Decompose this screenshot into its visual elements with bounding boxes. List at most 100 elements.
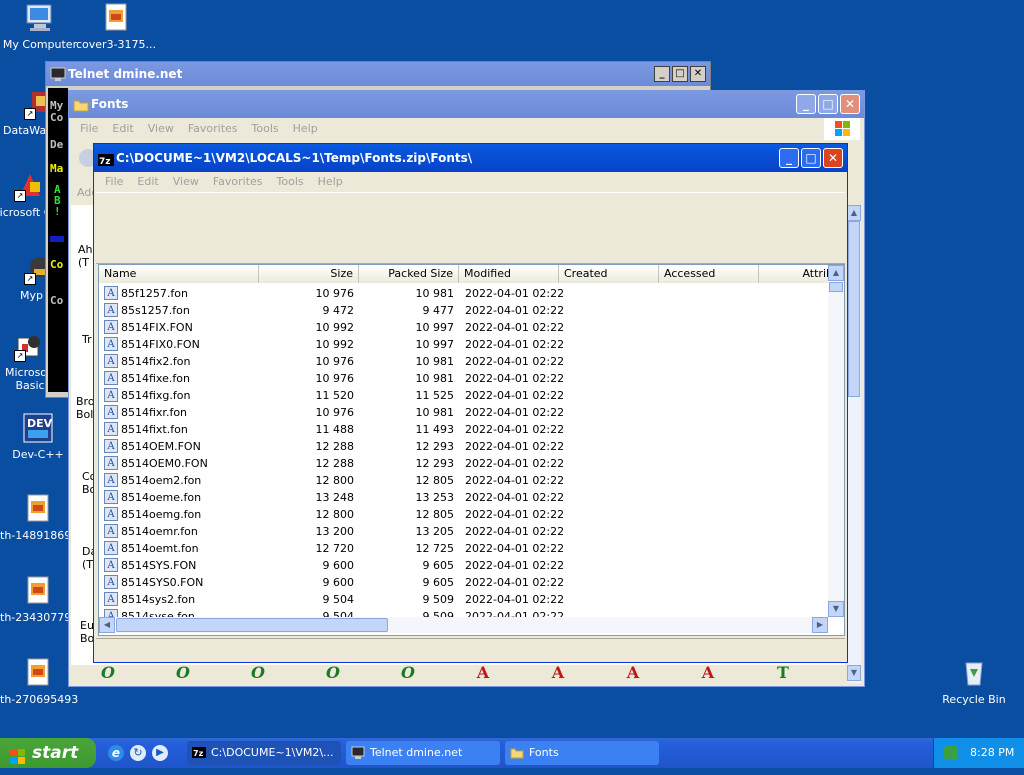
zip-menu-tools[interactable]: Tools (270, 172, 311, 192)
fonts-menu-favorites[interactable]: Favorites (181, 119, 245, 139)
desktop-icon-cover3[interactable]: cover3-3175... (76, 2, 156, 51)
desktop-icon-th2[interactable]: th-23430779 (0, 575, 78, 624)
fonts-menu-tools[interactable]: Tools (245, 119, 286, 139)
task-telnet[interactable]: Telnet dmine.net (346, 741, 500, 765)
table-row[interactable]: A 8514FIX0.FON 10 992 10 997 2022-04-01 02:2… (99, 336, 828, 353)
column-header-packed-size[interactable]: Packed Size (359, 265, 459, 283)
fonts-menu-view[interactable]: View (141, 119, 181, 139)
column-header-modified[interactable]: Modified (459, 265, 559, 283)
start-label: start (32, 743, 79, 763)
truetype-font-icon[interactable]: O (97, 663, 119, 683)
desktop-icon-my-computer[interactable]: My Computer (0, 2, 80, 51)
table-row[interactable]: A 8514SYS0.FON 9 600 9 605 2022-04-01 02:22 (99, 574, 828, 591)
table-row[interactable]: A 8514oeme.fon 13 248 13 253 2022-04-01 02:2… (99, 489, 828, 506)
fonts-scroll-up-icon[interactable]: ▲ (847, 205, 861, 221)
table-row[interactable]: A 8514FIX.FON 10 992 10 997 2022-04-01 02:22 (99, 319, 828, 336)
table-row[interactable]: A 8514oem2.fon 12 800 12 805 2022-04-01 02:2… (99, 472, 828, 489)
zip-menu-file[interactable]: File (98, 172, 130, 192)
task-fonts[interactable]: Fonts (505, 741, 659, 765)
table-row[interactable]: A 85s1257.fon 9 472 9 477 2022-04-01 02:22 (99, 302, 828, 319)
table-row[interactable]: A 8514oemr.fon 13 200 13 205 2022-04-01 02:2… (99, 523, 828, 540)
table-row[interactable]: A 85f1257.fon 10 976 10 981 2022-04-01 02:22 (99, 285, 828, 302)
table-row[interactable]: A 8514syse.fon 9 504 9 509 2022-04-01 02:22 (99, 608, 828, 617)
table-row[interactable]: A 8514fixe.fon 10 976 10 981 2022-04-01 02:2… (99, 370, 828, 387)
task-7zip[interactable]: 7z C:\DOCUME~1\VM2\... (187, 741, 341, 765)
zip-hscrollbar[interactable]: ◀ ▶ (99, 617, 828, 633)
cell-name: 85s1257.fon (121, 304, 190, 317)
zip-menu-view[interactable]: View (166, 172, 206, 192)
media-icon[interactable]: ▶ (152, 745, 168, 761)
table-row[interactable]: A 8514SYS.FON 9 600 9 605 2022-04-01 02:22 (99, 557, 828, 574)
table-row[interactable]: A 8514fix2.fon 10 976 10 981 2022-04-01 02:2… (99, 353, 828, 370)
telnet-console[interactable]: My Co De Ma A B ! Co Co (48, 88, 68, 392)
raster-font-icon[interactable]: A (547, 663, 569, 683)
fonts-titlebar[interactable]: Fonts _ □ ✕ (69, 91, 864, 118)
fonts-menu-file[interactable]: File (73, 119, 105, 139)
truetype-font-icon[interactable]: O (322, 663, 344, 683)
clock[interactable]: 8:28 PM (970, 738, 1014, 768)
table-row[interactable]: A 8514oemt.fon 12 720 12 725 2022-04-01 02:2… (99, 540, 828, 557)
telnet-close-button[interactable]: ✕ (690, 66, 706, 82)
telnet-titlebar[interactable]: Telnet dmine.net _ □ ✕ (46, 62, 710, 86)
fonts-menu-help[interactable]: Help (286, 119, 325, 139)
column-header-accessed[interactable]: Accessed (659, 265, 759, 283)
fonts-close-button[interactable]: ✕ (840, 94, 860, 114)
column-header-attrib[interactable]: Attrib (759, 265, 839, 283)
fonts-scroll-thumb[interactable] (848, 221, 860, 397)
telnet-maximize-button[interactable]: □ (672, 66, 688, 82)
fonts-menu-edit[interactable]: Edit (105, 119, 140, 139)
ie-icon[interactable]: e (108, 745, 124, 761)
zip-maximize-button[interactable]: □ (801, 148, 821, 168)
zip-scroll-right-icon[interactable]: ▶ (812, 617, 828, 633)
zip-menu-favorites[interactable]: Favorites (206, 172, 270, 192)
desktop-icon-th1[interactable]: th-14891869 (0, 493, 78, 542)
zip-minimize-button[interactable]: _ (779, 148, 799, 168)
zip-file-list[interactable]: Name Size Packed Size Modified Created A… (98, 264, 845, 636)
table-row[interactable]: A 8514fixr.fon 10 976 10 981 2022-04-01 02:2… (99, 404, 828, 421)
zip-hscroll-thumb[interactable] (116, 618, 388, 632)
fonts-minimize-button[interactable]: _ (796, 94, 816, 114)
truetype-font-icon[interactable]: T (772, 663, 794, 683)
console-text: De (50, 138, 64, 151)
zip-vscrollbar[interactable]: ▲ ▼ (828, 265, 844, 617)
ie-refresh-icon[interactable]: ↻ (130, 745, 146, 761)
table-row[interactable]: A 8514fixt.fon 11 488 11 493 2022-04-01 02:2… (99, 421, 828, 438)
zip-titlebar[interactable]: 7z C:\DOCUME~1\VM2\LOCALS~1\Temp\Fonts.z… (94, 144, 847, 172)
cell-modified: 2022-04-01 02:22 (465, 559, 565, 572)
cell-name: 8514oemr.fon (121, 525, 198, 538)
desktop-icon-th3[interactable]: th-2706954934 (0, 657, 78, 706)
table-row[interactable]: A 8514oemg.fon 12 800 12 805 2022-04-01 02:2… (99, 506, 828, 523)
table-row[interactable]: A 8514fixg.fon 11 520 11 525 2022-04-01 02:2… (99, 387, 828, 404)
zip-window[interactable]: 7z C:\DOCUME~1\VM2\LOCALS~1\Temp\Fonts.z… (93, 143, 848, 663)
table-row[interactable]: A 8514sys2.fon 9 504 9 509 2022-04-01 02:22 (99, 591, 828, 608)
fonts-vscrollbar[interactable]: ▲ ▼ (847, 205, 861, 683)
zip-menu-edit[interactable]: Edit (130, 172, 165, 192)
zip-menu-help[interactable]: Help (311, 172, 350, 192)
desktop-icon-recycle-bin[interactable]: Recycle Bin (934, 657, 1014, 706)
table-row[interactable]: A 8514OEM0.FON 12 288 12 293 2022-04-01 02:2… (99, 455, 828, 472)
desktop-icon-devcpp[interactable]: DEV Dev-C++ (0, 412, 78, 461)
truetype-font-icon[interactable]: O (172, 663, 194, 683)
image-file-icon (22, 575, 54, 607)
truetype-font-icon[interactable]: O (397, 663, 419, 683)
zip-scroll-up-icon[interactable]: ▲ (828, 265, 844, 281)
network-icon[interactable] (944, 746, 958, 760)
column-header-created[interactable]: Created (559, 265, 659, 283)
zip-scroll-left-icon[interactable]: ◀ (99, 617, 115, 633)
truetype-font-icon[interactable]: O (247, 663, 269, 683)
column-header-size[interactable]: Size (259, 265, 359, 283)
raster-font-icon[interactable]: A (622, 663, 644, 683)
zip-vscroll-thumb[interactable] (829, 282, 843, 292)
telnet-minimize-button[interactable]: _ (654, 66, 670, 82)
table-row[interactable]: A 8514OEM.FON 12 288 12 293 2022-04-01 02:22 (99, 438, 828, 455)
fonts-scroll-down-icon[interactable]: ▼ (847, 665, 861, 681)
fonts-list-item[interactable]: Tr (82, 333, 92, 346)
column-header-name[interactable]: Name (99, 265, 259, 283)
start-button[interactable]: start (0, 738, 96, 768)
raster-font-icon[interactable]: A (472, 663, 494, 683)
zip-close-button[interactable]: ✕ (823, 148, 843, 168)
zip-scroll-down-icon[interactable]: ▼ (828, 601, 844, 617)
fonts-list-item[interactable]: Ah (T (78, 243, 93, 269)
raster-font-icon[interactable]: A (697, 663, 719, 683)
fonts-maximize-button[interactable]: □ (818, 94, 838, 114)
